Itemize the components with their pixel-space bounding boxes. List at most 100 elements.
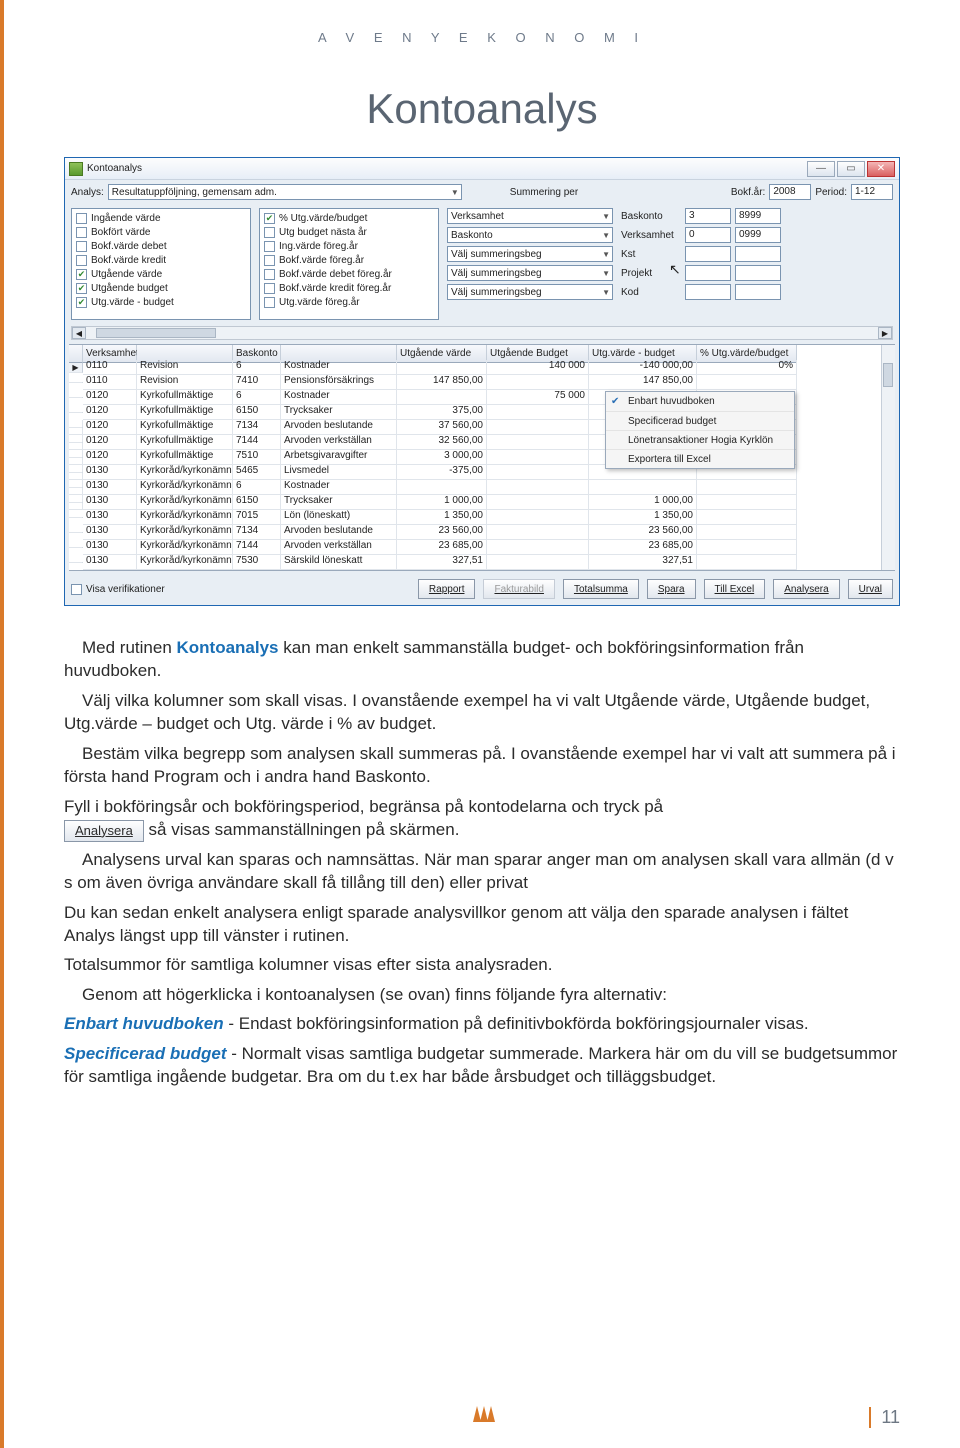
- checkbox-row[interactable]: ✔Utgående budget: [76, 281, 246, 295]
- table-cell: Kyrkofullmäktige: [137, 450, 233, 465]
- projekt-from[interactable]: [685, 265, 731, 281]
- till-excel-button[interactable]: Till Excel: [704, 579, 766, 599]
- visa-verif-label: Visa verifikationer: [86, 584, 165, 595]
- table-row[interactable]: 0130Kyrkoråd/kyrkonämn6Kostnader: [69, 480, 895, 495]
- table-row[interactable]: 0130Kyrkoråd/kyrkonämn7015Lön (löneskatt…: [69, 510, 895, 525]
- brand-header: A V E N Y E K O N O M I: [64, 30, 900, 45]
- table-row[interactable]: 0110Revision7410Pensionsförsäkrings147 8…: [69, 375, 895, 390]
- checkbox[interactable]: ✔: [76, 283, 87, 294]
- spara-button[interactable]: Spara: [647, 579, 696, 599]
- checkbox[interactable]: [264, 241, 275, 252]
- rapport-button[interactable]: Rapport: [418, 579, 476, 599]
- sum1-dropdown[interactable]: Verksamhet▼: [447, 208, 613, 224]
- kod-to[interactable]: [735, 284, 781, 300]
- h-scrollbar[interactable]: ◀▶: [71, 326, 893, 340]
- table-cell: Kyrkoråd/kyrkonämn: [137, 540, 233, 555]
- table-row[interactable]: 0130Kyrkoråd/kyrkonämn7134Arvoden beslut…: [69, 525, 895, 540]
- table-cell: Kyrkoråd/kyrkonämn: [137, 495, 233, 510]
- checkbox-row[interactable]: ✔Utg.värde - budget: [76, 295, 246, 309]
- table-row[interactable]: 0130Kyrkoråd/kyrkonämn6150Trycksaker1 00…: [69, 495, 895, 510]
- checkbox-row[interactable]: ✔Utgående värde: [76, 267, 246, 281]
- sum5-dropdown[interactable]: Välj summeringsbeg▼: [447, 284, 613, 300]
- checkbox-row[interactable]: Bokf.värde debet: [76, 239, 246, 253]
- table-row[interactable]: 0130Kyrkoråd/kyrkonämn7530Särskild lönes…: [69, 555, 895, 570]
- context-menu-item[interactable]: Specificerad budget: [606, 411, 794, 430]
- baskonto-to[interactable]: 8999: [735, 208, 781, 224]
- table-cell: 7510: [233, 450, 281, 465]
- context-menu-item[interactable]: Lönetransaktioner Hogia Kyrklön: [606, 430, 794, 449]
- checkbox[interactable]: ✔: [76, 269, 87, 280]
- checkbox[interactable]: ✔: [76, 297, 87, 308]
- table-cell: 0130: [83, 510, 137, 525]
- fakturabild-button: Fakturabild: [483, 579, 554, 599]
- table-cell: 5465: [233, 465, 281, 480]
- checkbox[interactable]: [76, 227, 87, 238]
- checkbox-row[interactable]: Utg budget nästa år: [264, 225, 434, 239]
- checkbox-row[interactable]: Bokf.värde kredit föreg.år: [264, 281, 434, 295]
- baskonto-from[interactable]: 3: [685, 208, 731, 224]
- checkbox-row[interactable]: Bokf.värde debet föreg.år: [264, 267, 434, 281]
- page-footer: [4, 1402, 960, 1424]
- kst-from[interactable]: [685, 246, 731, 262]
- totalsumma-button[interactable]: Totalsumma: [563, 579, 639, 599]
- checkbox[interactable]: [76, 213, 87, 224]
- sum4-dropdown[interactable]: Välj summeringsbeg▼: [447, 265, 613, 281]
- verk-to[interactable]: 0999: [735, 227, 781, 243]
- chevron-down-icon: ▼: [602, 288, 610, 297]
- page-number: 11: [869, 1407, 900, 1428]
- table-cell: Kyrkoråd/kyrkonämn: [137, 465, 233, 480]
- table-cell: 32 560,00: [397, 435, 487, 450]
- period-input[interactable]: 1-12: [851, 184, 893, 200]
- checkbox[interactable]: [76, 241, 87, 252]
- checkbox-row[interactable]: Ing.värde föreg.år: [264, 239, 434, 253]
- minimize-button[interactable]: —: [807, 161, 835, 177]
- checkbox-row[interactable]: Utg.värde föreg.år: [264, 295, 434, 309]
- checkbox-label: Bokf.värde föreg.år: [279, 255, 364, 266]
- maximize-button[interactable]: ▭: [837, 161, 865, 177]
- table-header[interactable]: [69, 345, 83, 363]
- kod-from[interactable]: [685, 284, 731, 300]
- checkbox-row[interactable]: Bokf.värde kredit: [76, 253, 246, 267]
- checkbox-row[interactable]: Ingående värde: [76, 211, 246, 225]
- context-menu-item[interactable]: Exportera till Excel: [606, 449, 794, 468]
- context-menu-item[interactable]: Enbart huvudboken: [606, 392, 794, 411]
- table-cell: Revision: [137, 360, 233, 375]
- checkbox[interactable]: [264, 227, 275, 238]
- checkbox[interactable]: ✔: [264, 213, 275, 224]
- sum3-dropdown[interactable]: Välj summeringsbeg▼: [447, 246, 613, 262]
- sum2-dropdown[interactable]: Baskonto▼: [447, 227, 613, 243]
- table-cell: Pensionsförsäkrings: [281, 375, 397, 390]
- checkbox[interactable]: [76, 255, 87, 266]
- checkbox-row[interactable]: Bokf.värde föreg.år: [264, 253, 434, 267]
- checkbox[interactable]: [264, 283, 275, 294]
- checkbox[interactable]: [264, 269, 275, 280]
- verk-from[interactable]: 0: [685, 227, 731, 243]
- checkbox-row[interactable]: Bokfört värde: [76, 225, 246, 239]
- analys-value: Resultatuppföljning, gemensam adm.: [112, 187, 277, 198]
- checkbox[interactable]: [264, 297, 275, 308]
- visa-verif-checkbox[interactable]: [71, 584, 82, 595]
- table-row[interactable]: 0130Kyrkoråd/kyrkonämn7144Arvoden verkst…: [69, 540, 895, 555]
- kst-to[interactable]: [735, 246, 781, 262]
- table-row[interactable]: ▶0110Revision6Kostnader140 000-140 000,0…: [69, 360, 895, 375]
- table-cell: [697, 540, 797, 555]
- analys-dropdown[interactable]: Resultatuppföljning, gemensam adm.▼: [108, 184, 462, 200]
- bokfar-input[interactable]: 2008: [769, 184, 811, 200]
- urval-button[interactable]: Urval: [848, 579, 893, 599]
- table-cell: 0120: [83, 390, 137, 405]
- chevron-down-icon: ▼: [602, 250, 610, 259]
- table-cell: [589, 480, 697, 495]
- analysera-button[interactable]: Analysera: [773, 579, 839, 599]
- table-cell: Kostnader: [281, 360, 397, 375]
- table-cell: 375,00: [397, 405, 487, 420]
- table-cell: 6: [233, 360, 281, 375]
- table-cell: 0120: [83, 420, 137, 435]
- checkbox-row[interactable]: ✔% Utg.värde/budget: [264, 211, 434, 225]
- table-cell: 7134: [233, 420, 281, 435]
- table-cell: 0130: [83, 465, 137, 480]
- close-button[interactable]: ✕: [867, 161, 895, 177]
- projekt-to[interactable]: [735, 265, 781, 281]
- v-scrollbar[interactable]: [881, 345, 895, 570]
- checkbox[interactable]: [264, 255, 275, 266]
- table-cell: 0120: [83, 435, 137, 450]
